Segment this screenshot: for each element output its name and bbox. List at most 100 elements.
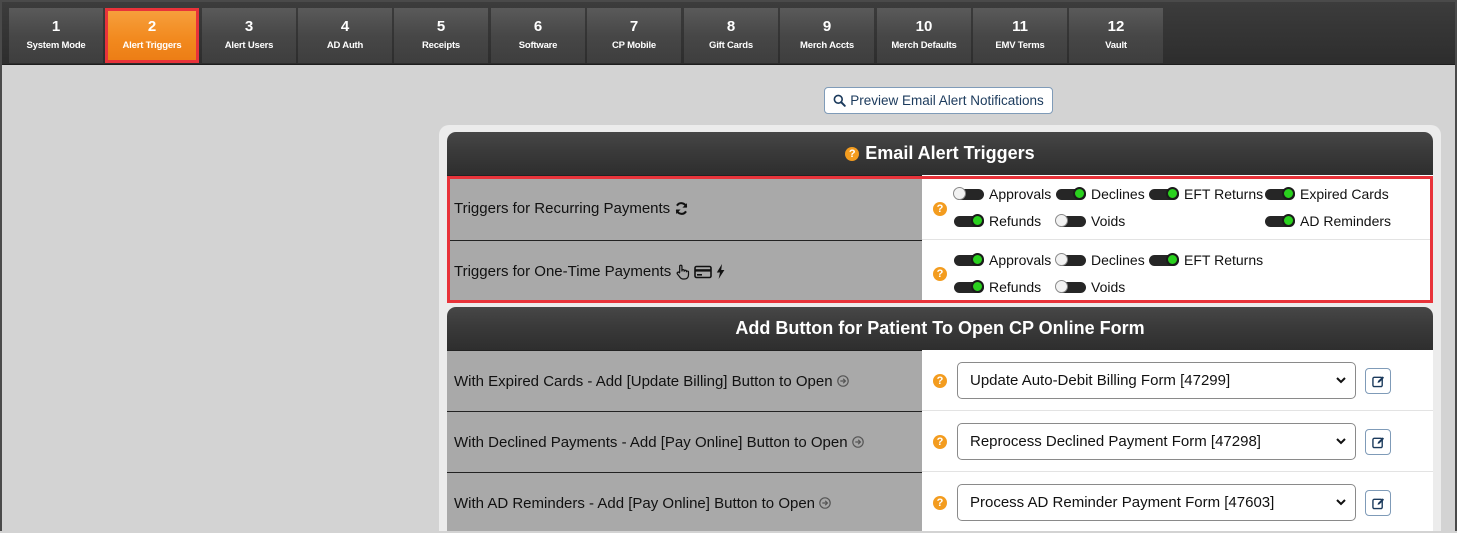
one-time-declines-toggle[interactable]: Declines <box>1055 252 1145 268</box>
tab-label: AD Auth <box>326 40 364 51</box>
toggle-label: Refunds <box>989 279 1042 295</box>
toggle-label: Declines <box>1091 186 1145 202</box>
row-label: With AD Reminders - Add [Pay Online] But… <box>447 472 922 531</box>
tab-alert-triggers[interactable]: 2 Alert Triggers <box>105 8 199 63</box>
recurring-refunds-toggle[interactable]: Refunds <box>954 213 1041 229</box>
recurring-toggles: ? Approvals Declines EFT Returns Expired… <box>922 175 1433 240</box>
tab-receipts[interactable]: 5 Receipts <box>394 8 488 63</box>
toggle-knob <box>1055 213 1068 227</box>
ad-reminders-form-select[interactable]: Process AD Reminder Payment Form [47603] <box>957 484 1356 521</box>
select-value: Process AD Reminder Payment Form [47603] <box>970 494 1275 511</box>
select-value: Reprocess Declined Payment Form [47298] <box>970 433 1261 450</box>
toggle-label: Refunds <box>989 213 1042 229</box>
toggle-label: Voids <box>1091 213 1126 229</box>
toggle-knob <box>1166 252 1179 266</box>
tab-gift-cards[interactable]: 8 Gift Cards <box>684 8 778 63</box>
tab-emv-terms[interactable]: 11 EMV Terms <box>973 8 1067 63</box>
select-value: Update Auto-Debit Billing Form [47299] <box>970 372 1231 389</box>
toggle-switch[interactable] <box>1056 186 1086 200</box>
edit-form-button[interactable] <box>1365 429 1391 455</box>
recurring-triggers-row: Triggers for Recurring Payments ? Approv… <box>447 175 1433 240</box>
tab-number: 4 <box>340 18 350 35</box>
recurring-eft-returns-toggle[interactable]: EFT Returns <box>1149 186 1263 202</box>
one-time-voids-toggle[interactable]: Voids <box>1055 279 1126 295</box>
toggle-label: Declines <box>1091 252 1145 268</box>
recurring-declines-toggle[interactable]: Declines <box>1056 186 1145 202</box>
tab-cp-mobile[interactable]: 7 CP Mobile <box>587 8 681 63</box>
tab-label: System Mode <box>26 40 86 51</box>
tab-system-mode[interactable]: 1 System Mode <box>9 8 103 63</box>
help-icon[interactable]: ? <box>933 435 947 449</box>
tab-label: Merch Defaults <box>891 40 957 51</box>
help-icon[interactable]: ? <box>933 374 947 388</box>
tab-number: 7 <box>629 18 639 35</box>
one-time-toggles: ? Approvals Declines EFT Returns Refunds… <box>922 240 1433 302</box>
tab-number: 5 <box>436 18 446 35</box>
row-label-text: With Declined Payments - Add [Pay Online… <box>454 433 848 451</box>
preview-button-label: Preview Email Alert Notifications <box>850 93 1044 108</box>
tab-label: Gift Cards <box>709 40 753 51</box>
tab-ad-auth[interactable]: 4 AD Auth <box>298 8 392 63</box>
tab-number: 8 <box>726 18 736 35</box>
edit-form-button[interactable] <box>1365 368 1391 394</box>
help-icon[interactable]: ? <box>933 202 947 216</box>
tab-label: Vault <box>1105 40 1127 51</box>
recurring-voids-toggle[interactable]: Voids <box>1055 213 1126 229</box>
tab-merch-accts[interactable]: 9 Merch Accts <box>780 8 874 63</box>
tab-number: 1 <box>51 18 61 35</box>
toggle-knob <box>1073 186 1086 200</box>
toggle-knob <box>1055 279 1068 293</box>
toggle-switch[interactable] <box>954 279 984 293</box>
preview-email-alerts-button[interactable]: Preview Email Alert Notifications <box>824 87 1053 114</box>
arrow-circle-right-icon <box>819 497 831 509</box>
toggle-switch[interactable] <box>1265 186 1295 200</box>
toggle-switch[interactable] <box>954 213 984 227</box>
declined-payments-form-select[interactable]: Reprocess Declined Payment Form [47298] <box>957 423 1356 460</box>
tab-label: Merch Accts <box>800 40 854 51</box>
recurring-expired-cards-toggle[interactable]: Expired Cards <box>1265 186 1389 202</box>
recurring-label-text: Triggers for Recurring Payments <box>454 199 671 217</box>
toggle-switch[interactable] <box>954 252 984 266</box>
help-icon[interactable]: ? <box>933 496 947 510</box>
toggle-label: Voids <box>1091 279 1126 295</box>
help-icon[interactable]: ? <box>845 146 860 161</box>
one-time-refunds-toggle[interactable]: Refunds <box>954 279 1041 295</box>
toggle-switch[interactable] <box>1055 279 1086 293</box>
row-label: Triggers for One-Time Payments <box>447 240 922 302</box>
row-label: With Declined Payments - Add [Pay Online… <box>447 411 922 472</box>
toggle-switch[interactable] <box>1149 186 1179 200</box>
tab-vault[interactable]: 12 Vault <box>1069 8 1163 63</box>
edit-form-button[interactable] <box>1365 490 1391 516</box>
toggle-knob <box>971 213 984 227</box>
online-form-header: Add Button for Patient To Open CP Online… <box>447 307 1433 350</box>
one-time-approvals-toggle[interactable]: Approvals <box>954 252 1051 268</box>
tab-alert-users[interactable]: 3 Alert Users <box>202 8 296 63</box>
edit-icon <box>1371 436 1384 448</box>
refresh-icon <box>675 201 688 215</box>
tab-merch-defaults[interactable]: 10 Merch Defaults <box>877 8 971 63</box>
help-icon[interactable]: ? <box>933 267 947 281</box>
tab-label: Software <box>518 40 558 51</box>
one-time-eft-returns-toggle[interactable]: EFT Returns <box>1149 252 1263 268</box>
one-time-triggers-row: Triggers for One-Time Payments ? Approva… <box>447 240 1433 302</box>
toggle-switch[interactable] <box>1149 252 1179 266</box>
tab-software[interactable]: 6 Software <box>491 8 585 63</box>
toggle-switch[interactable] <box>1055 213 1086 227</box>
expired-cards-form-select[interactable]: Update Auto-Debit Billing Form [47299] <box>957 362 1356 399</box>
toggle-switch[interactable] <box>1265 213 1295 227</box>
toggle-knob <box>1282 213 1295 227</box>
toggle-switch[interactable] <box>1055 252 1086 266</box>
section-title: Email Alert Triggers <box>865 143 1035 163</box>
tab-number: 9 <box>822 18 832 35</box>
tab-label: EMV Terms <box>995 40 1045 51</box>
row-value: ? Update Auto-Debit Billing Form [47299] <box>922 350 1433 411</box>
arrow-circle-right-icon <box>851 436 864 448</box>
tab-number: 2 <box>147 18 157 35</box>
toggle-switch[interactable] <box>953 186 984 200</box>
recurring-ad-reminders-toggle[interactable]: AD Reminders <box>1265 213 1391 229</box>
tab-label: CP Mobile <box>612 40 656 51</box>
recurring-approvals-toggle[interactable]: Approvals <box>953 186 1051 202</box>
toggle-knob <box>971 279 984 293</box>
row-label-text: With AD Reminders - Add [Pay Online] But… <box>454 494 816 512</box>
tab-bar: 1 System Mode 2 Alert Triggers 3 Alert U… <box>2 2 1455 65</box>
